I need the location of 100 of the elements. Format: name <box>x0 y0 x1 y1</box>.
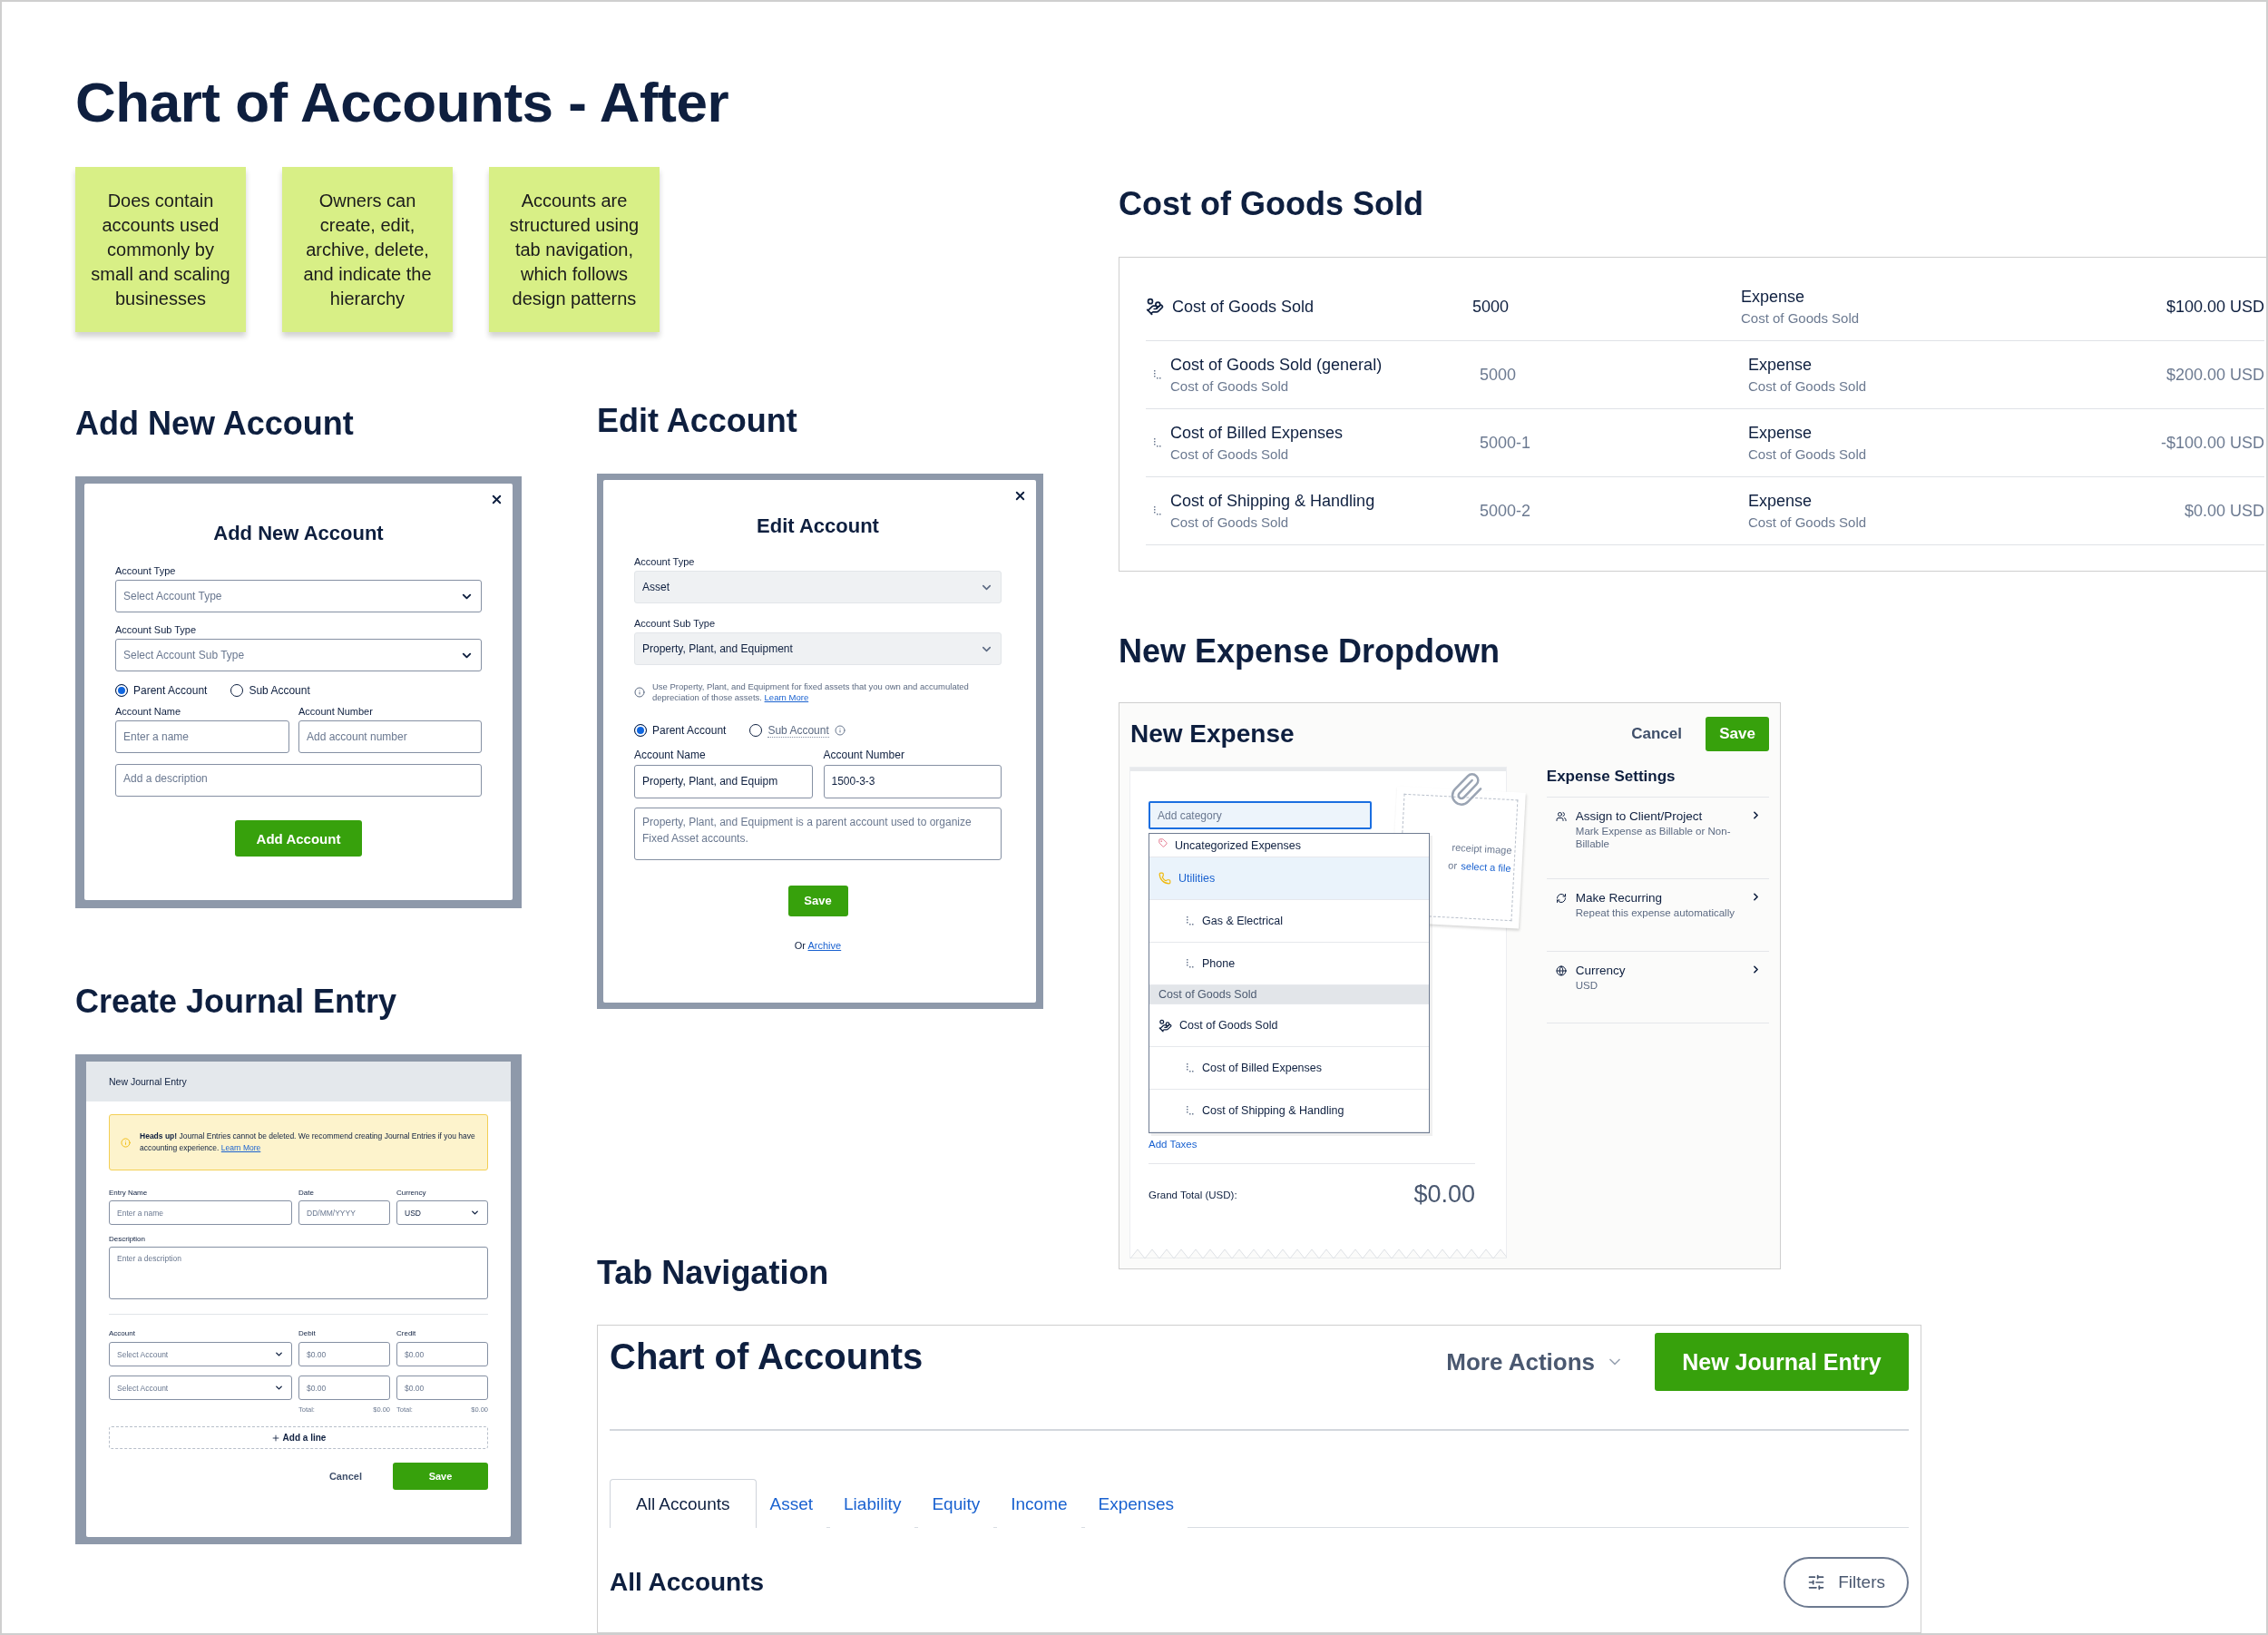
account-balance: $0.00 USD <box>2184 501 2264 521</box>
radio-button[interactable] <box>749 724 763 738</box>
add-taxes-link[interactable]: Add Taxes <box>1149 1139 1198 1150</box>
description-field[interactable]: Add a description <box>115 764 482 798</box>
parent-account: Cost of Goods Sold <box>1170 446 1290 462</box>
field-label: Account Type <box>115 565 177 577</box>
save-button[interactable]: Save <box>1706 717 1769 751</box>
field-label: Account Sub Type <box>115 624 198 636</box>
more-actions-button[interactable]: More Actions <box>1441 1346 1629 1377</box>
text-field[interactable]: Enter a name <box>115 720 289 754</box>
select-file-link[interactable]: select a file <box>1461 860 1511 875</box>
column-label: Debit <box>298 1329 317 1338</box>
help-link[interactable]: Sub Account <box>767 723 829 738</box>
field-label: Date <box>298 1189 315 1198</box>
learn-more-link[interactable]: Learn More <box>764 692 809 703</box>
radio-button[interactable] <box>634 724 647 738</box>
amount-field[interactable]: $0.00 <box>396 1376 488 1401</box>
select-field[interactable]: Select Account <box>109 1376 292 1401</box>
account-type: Expense <box>1741 288 1806 307</box>
amount-field[interactable]: $0.00 <box>298 1376 390 1401</box>
column-label: Account <box>109 1329 136 1338</box>
or-text: or <box>1447 859 1458 871</box>
field-label: Currency <box>396 1189 427 1198</box>
tag-icon <box>1158 837 1168 847</box>
select-field[interactable]: Select Account <box>109 1342 292 1367</box>
text-field[interactable]: Enter a name <box>109 1200 292 1226</box>
field-label: Account Sub Type <box>634 618 717 629</box>
tree-branch-icon <box>1186 1105 1195 1116</box>
radio-button[interactable] <box>230 684 244 698</box>
coins-icon <box>1146 298 1164 316</box>
account-type: Expense <box>1748 356 1813 375</box>
date-field[interactable]: DD/MM/YYYY <box>298 1200 390 1226</box>
amount-field[interactable]: $0.00 <box>298 1342 390 1367</box>
section-heading: New Expense Dropdown <box>1119 632 1501 670</box>
account-number: 5000-1 <box>1480 433 1532 453</box>
select-field[interactable]: USD <box>396 1200 488 1226</box>
cancel-button[interactable]: Cancel <box>323 1471 367 1483</box>
account-type: Expense <box>1748 492 1813 511</box>
cancel-button[interactable]: Cancel <box>1626 725 1687 743</box>
select-field[interactable]: Asset <box>634 571 1002 603</box>
sliders-icon <box>1807 1572 1826 1591</box>
new-journal-entry-button[interactable]: New Journal Entry <box>1655 1333 1909 1391</box>
add-account-button[interactable]: Add Account <box>235 820 362 857</box>
dialog-header: New Journal Entry <box>86 1062 511 1102</box>
sticky-note: Owners can create, edit, archive, delete, and indicate the hierarchy <box>282 167 453 333</box>
account-type: Expense <box>1748 424 1813 443</box>
tree-branch-icon <box>1186 915 1195 926</box>
tree-branch-icon <box>1153 437 1162 448</box>
save-button[interactable]: Save <box>787 885 848 916</box>
upload-text: receipt image <box>1452 841 1512 857</box>
text-field[interactable]: 1500-3-3 <box>823 764 1002 798</box>
settings-item[interactable]: Assign to Client/Project Mark Expense as Billable or Non-Billable <box>1546 797 1769 878</box>
settings-item[interactable]: Currency USD <box>1546 951 1769 1023</box>
field-label: Entry Name <box>109 1189 149 1198</box>
dialog-title: Edit Account <box>756 514 880 538</box>
description-field[interactable]: Property, Plant, and Equipment is a parent account used to organize Fixed Asset accounts. <box>634 807 1002 860</box>
account-balance: -$100.00 USD <box>2160 433 2264 453</box>
text-field[interactable]: Property, Plant, and Equipm <box>634 764 813 798</box>
section-heading: Add New Account <box>75 405 355 443</box>
radio-button[interactable] <box>115 684 128 698</box>
column-label: Credit <box>396 1329 417 1338</box>
warning-text: Heads up! Journal Entries cannot be deleted. We recommend creating Journal Entries if you have accounting experience. Learn More <box>140 1130 476 1155</box>
archive-link[interactable]: Archive <box>807 939 842 951</box>
tree-branch-icon <box>1186 958 1195 969</box>
select-field[interactable]: Property, Plant, and Equipment <box>634 632 1002 665</box>
section-title: All Accounts <box>610 1567 765 1597</box>
filters-button[interactable]: Filters <box>1784 1556 1909 1608</box>
settings-item[interactable]: Make Recurring Repeat this expense automatically <box>1546 878 1769 951</box>
account-name: Cost of Shipping & Handling <box>1170 492 1375 511</box>
select-field[interactable]: Select Account Sub Type <box>115 639 482 672</box>
section-heading: Tab Navigation <box>597 1254 830 1291</box>
account-number: 5000-2 <box>1480 501 1532 521</box>
settings-title: Expense Settings <box>1546 768 1677 786</box>
field-label: Description <box>109 1235 146 1244</box>
description-field[interactable]: Enter a description <box>109 1247 488 1300</box>
account-balance: $100.00 USD <box>2165 297 2264 317</box>
plus-icon <box>270 1433 280 1443</box>
amount-field[interactable]: $0.00 <box>396 1342 488 1367</box>
account-balance: $200.00 USD <box>2165 365 2264 385</box>
text-field[interactable]: Add account number <box>298 720 482 754</box>
close-icon <box>1013 489 1027 503</box>
save-button[interactable]: Save <box>393 1463 488 1491</box>
category-field[interactable]: Add category <box>1149 801 1372 829</box>
page-title: Chart of Accounts - After <box>75 70 729 135</box>
add-line-button[interactable]: Add a line <box>109 1426 488 1450</box>
menu-item[interactable]: Utilities <box>1149 857 1429 900</box>
users-icon <box>1555 811 1567 822</box>
total-label: Grand Total (USD): <box>1149 1189 1237 1200</box>
learn-more-link[interactable]: Learn More <box>220 1143 261 1153</box>
account-subtype: Cost of Goods Sold <box>1748 378 1868 394</box>
field-label: Account Name <box>115 706 182 718</box>
field-label: Account Number <box>298 706 374 718</box>
info-icon <box>834 725 846 737</box>
info-icon <box>121 1135 131 1150</box>
tab[interactable]: All Accounts <box>610 1479 757 1528</box>
select-field[interactable]: Select Account Type <box>115 580 482 613</box>
page-title: Chart of Accounts <box>610 1336 924 1377</box>
hint-text: Use Property, Plant, and Equipment for fixed assets that you own and accumulated depreciation of those assets. Learn More <box>652 681 970 704</box>
sticky-note: Does contain accounts used commonly by small and scaling businesses <box>75 167 246 333</box>
tree-branch-icon <box>1153 505 1162 516</box>
